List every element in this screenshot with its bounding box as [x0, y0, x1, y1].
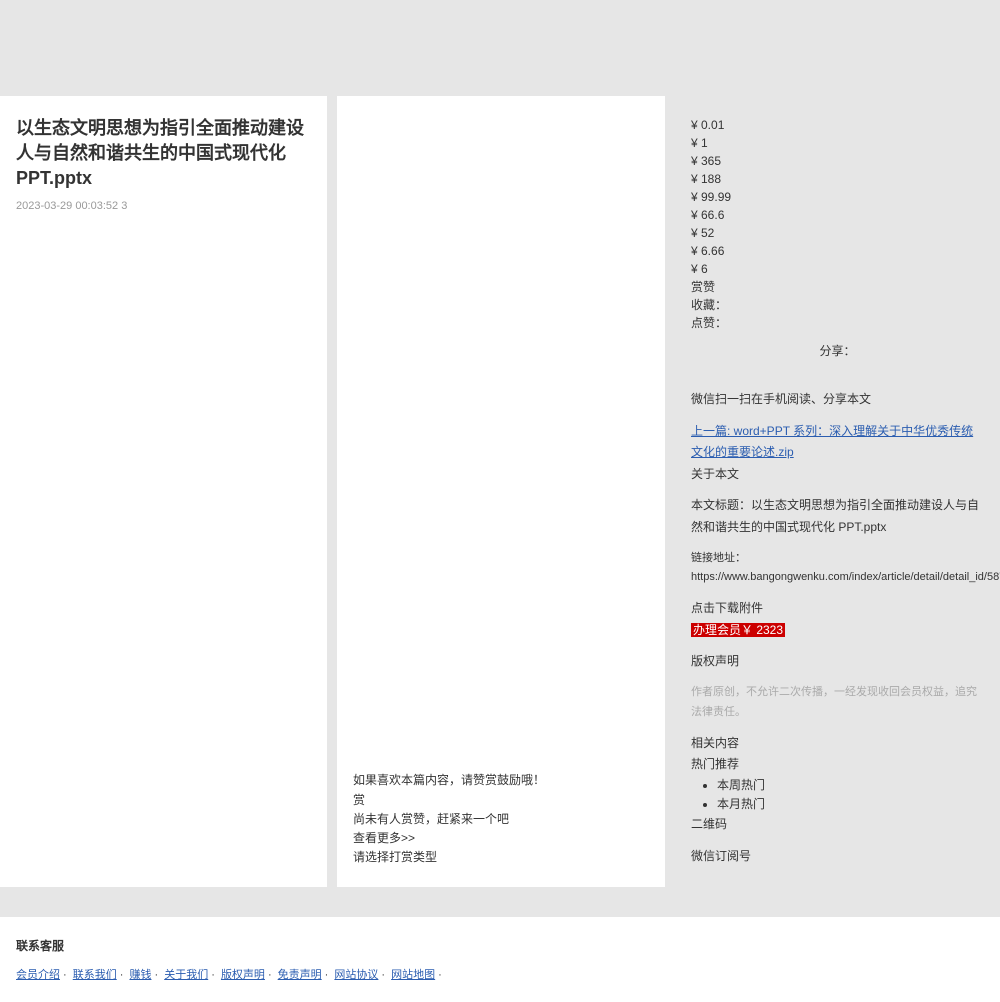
price-item[interactable]: ¥ 188: [691, 170, 984, 188]
likes-label: 点赞：: [691, 314, 984, 332]
footer-link[interactable]: 联系我们: [73, 969, 117, 981]
about-label: 关于本文: [691, 464, 984, 486]
hot-recommend-heading: 热门推荐: [691, 754, 984, 776]
wechat-subscribe: 微信订阅号: [691, 846, 984, 868]
qrcode-heading: 二维码: [691, 814, 984, 836]
copyright-heading: 版权声明: [691, 651, 984, 673]
week-hot-tab[interactable]: 本周热门: [717, 776, 984, 795]
share-label: 分享：: [691, 342, 984, 359]
reward-action[interactable]: 赏赞: [691, 278, 984, 296]
prev-article-link[interactable]: 上一篇: word+PPT 系列：深入理解关于中华优秀传统文化的重要论述.zip: [691, 424, 973, 460]
footer-link[interactable]: 网站协议: [334, 969, 378, 981]
price-item[interactable]: ¥ 6: [691, 260, 984, 278]
wechat-scan-tip: 微信扫一扫在手机阅读、分享本文: [691, 389, 984, 411]
contact-heading: 联系客服: [16, 937, 984, 954]
price-item[interactable]: ¥ 0.01: [691, 116, 984, 134]
price-item[interactable]: ¥ 1: [691, 134, 984, 152]
download-link[interactable]: 点击下载附件: [691, 598, 984, 620]
price-item[interactable]: ¥ 365: [691, 152, 984, 170]
like-tip: 如果喜欢本篇内容，请赞赏鼓励哦！: [353, 771, 649, 790]
select-reward-type: 请选择打赏类型: [353, 848, 649, 867]
topic-label: 本文标题：: [691, 498, 751, 512]
footer-link[interactable]: 会员介绍: [16, 969, 60, 981]
footer-links: 会员介绍· 联系我们· 赚钱· 关于我们· 版权声明· 免责声明· 网站协议· …: [16, 966, 984, 982]
favorite-label: 收藏：: [691, 296, 984, 314]
link-url: https://www.bangongwenku.com/index/artic…: [691, 571, 1000, 583]
footer-link[interactable]: 免责声明: [278, 969, 322, 981]
related-heading: 相关内容: [691, 733, 984, 755]
no-reward-text: 尚未有人赏赞，赶紧来一个吧: [353, 810, 649, 829]
price-item[interactable]: ¥ 99.99: [691, 188, 984, 206]
link-label: 链接地址：: [691, 552, 746, 564]
footer-link[interactable]: 网站地图: [391, 969, 435, 981]
price-item[interactable]: ¥ 66.6: [691, 206, 984, 224]
mid-column: 如果喜欢本篇内容，请赞赏鼓励哦！ 赏 尚未有人赏赞，赶紧来一个吧 查看更多>> …: [337, 96, 665, 887]
article-meta: 2023-03-29 00:03:52 3: [16, 200, 311, 212]
price-item[interactable]: ¥ 52: [691, 224, 984, 242]
member-price[interactable]: 办理会员￥ 2323: [691, 623, 785, 637]
month-hot-tab[interactable]: 本月热门: [717, 795, 984, 814]
footer: 联系客服 会员介绍· 联系我们· 赚钱· 关于我们· 版权声明· 免责声明· 网…: [0, 917, 1000, 1002]
right-column: ¥ 0.01 ¥ 1 ¥ 365 ¥ 188 ¥ 99.99 ¥ 66.6 ¥ …: [675, 96, 1000, 887]
see-more-link[interactable]: 查看更多>>: [353, 829, 649, 848]
footer-link[interactable]: 关于我们: [164, 969, 208, 981]
copyright-text: 作者原创，不允许二次传播，一经发现收回会员权益，追究法律责任。: [691, 683, 984, 723]
left-column: 以生态文明思想为指引全面推动建设人与自然和谐共生的中国式现代化 PPT.pptx…: [0, 96, 327, 887]
price-item[interactable]: ¥ 6.66: [691, 242, 984, 260]
reward-btn[interactable]: 赏: [353, 791, 649, 810]
top-banner-space: [0, 0, 1000, 96]
article-title: 以生态文明思想为指引全面推动建设人与自然和谐共生的中国式现代化 PPT.pptx: [16, 116, 311, 192]
price-list: ¥ 0.01 ¥ 1 ¥ 365 ¥ 188 ¥ 99.99 ¥ 66.6 ¥ …: [691, 116, 984, 332]
footer-link[interactable]: 赚钱: [129, 969, 151, 981]
footer-link[interactable]: 版权声明: [221, 969, 265, 981]
